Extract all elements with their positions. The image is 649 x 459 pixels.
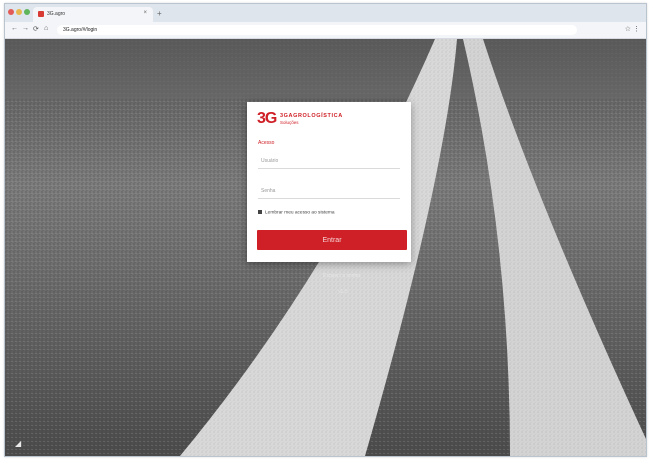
minimize-window-button[interactable] xyxy=(16,9,22,15)
tab-title: 3G.agro xyxy=(47,11,66,17)
remember-me-checkbox[interactable]: Lembrar meu acesso ao sistema xyxy=(258,210,335,215)
favicon-icon xyxy=(38,11,44,17)
remember-me-label: Lembrar meu acesso ao sistema xyxy=(265,210,335,216)
close-window-button[interactable] xyxy=(8,9,14,15)
login-section-label: Acesso xyxy=(258,140,275,146)
login-button[interactable]: Entrar xyxy=(257,230,407,250)
browser-tab[interactable]: 3G.agro × xyxy=(33,7,153,22)
maximize-window-button[interactable] xyxy=(24,9,30,15)
window-controls xyxy=(8,9,30,15)
forgot-password-link[interactable]: Esqueci a senha xyxy=(323,273,360,279)
login-button-label: Entrar xyxy=(322,236,342,244)
brand-name: 3GAGROLOGÍSTICA xyxy=(280,113,343,119)
browser-toolbar: ← → ⟳ ⌂ 3G.agro/#/login ☆ ⋮ xyxy=(5,22,646,39)
title-bar: 3G.agro × + xyxy=(5,4,646,22)
brand-subtitle: Soluções xyxy=(280,120,299,125)
new-tab-button[interactable]: + xyxy=(157,9,162,18)
browser-window: 3G.agro × + ← → ⟳ ⌂ 3G.agro/#/login ☆ ⋮ xyxy=(4,3,647,457)
reload-icon[interactable]: ⟳ xyxy=(33,25,39,33)
page-content: 3G 3GAGROLOGÍSTICA Soluções Acesso Usuár… xyxy=(5,39,646,456)
home-icon[interactable]: ⌂ xyxy=(44,25,48,32)
address-bar[interactable]: 3G.agro/#/login xyxy=(57,25,577,35)
address-text: 3G.agro/#/login xyxy=(63,27,98,33)
username-placeholder: Usuário xyxy=(261,158,279,164)
password-placeholder: Senha xyxy=(261,188,276,194)
version-label: v1.0 xyxy=(338,289,348,295)
login-card: 3G 3GAGROLOGÍSTICA Soluções Acesso Usuár… xyxy=(247,102,411,262)
back-icon[interactable]: ← xyxy=(11,25,18,32)
tab-close-icon[interactable]: × xyxy=(143,10,147,16)
checkbox-icon xyxy=(258,210,262,214)
password-field[interactable]: Senha xyxy=(258,182,400,199)
corner-logo-icon: ◢ xyxy=(15,439,22,448)
username-field[interactable]: Usuário xyxy=(258,152,400,169)
brand-logo-mark: 3G xyxy=(257,110,277,127)
toolbar-menu-icons[interactable]: ☆ ⋮ xyxy=(625,25,640,33)
forward-icon[interactable]: → xyxy=(22,25,29,32)
